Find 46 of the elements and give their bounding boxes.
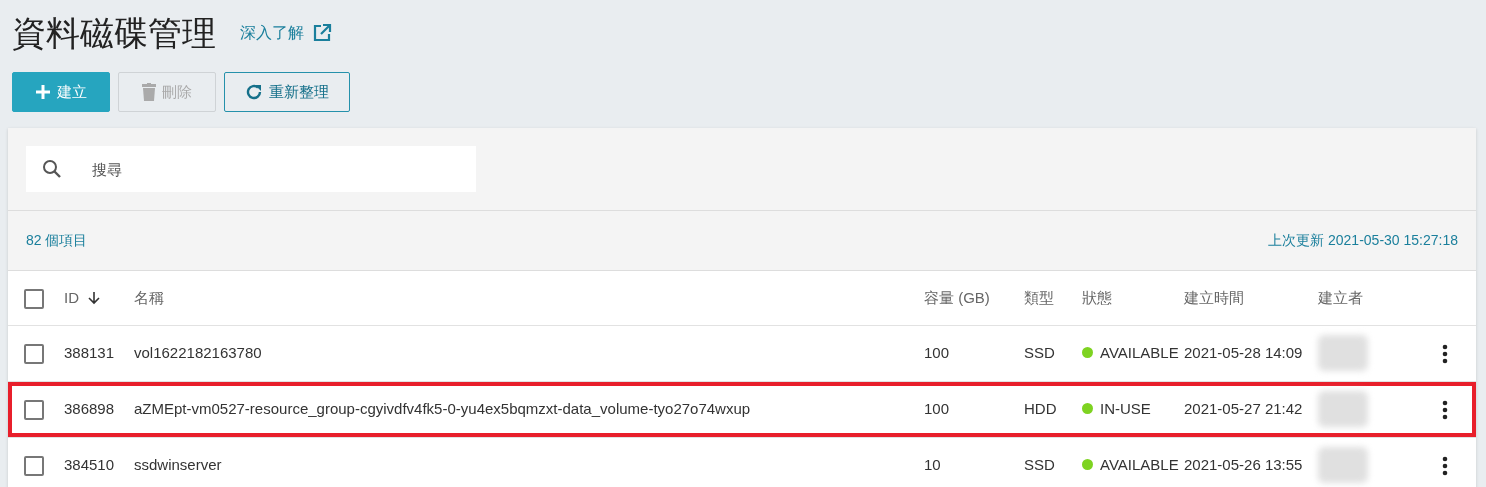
plus-icon (35, 84, 51, 100)
table-cell: 386898 (60, 381, 130, 437)
table-cell: SSD (1020, 325, 1078, 381)
row-checkbox[interactable] (24, 455, 44, 476)
search-field[interactable]: 搜尋 (26, 146, 476, 192)
blurred-area (1318, 335, 1368, 371)
table-cell: aZMEpt-vm0527-resource_group-cgyivdfv4fk5-0-yu4ex5bqmzxt-data_volume-tyo27o74wxup (130, 381, 920, 437)
column-header[interactable]: 容量 (GB) (924, 288, 990, 306)
row-checkbox[interactable] (24, 343, 44, 364)
table-cell: HDD (1020, 381, 1078, 437)
table-cell: 100 (920, 325, 1020, 381)
table-cell: 388131 (60, 325, 130, 381)
table-cell: ssdwinserver (130, 437, 920, 487)
select-all-checkbox[interactable] (24, 288, 44, 309)
more-icon[interactable] (1442, 343, 1448, 364)
last-updated: 上次更新 2021-05-30 15:27:18 (1268, 231, 1458, 250)
learn-more-link[interactable]: 深入了解 (240, 21, 332, 45)
search-icon (42, 159, 62, 179)
status-text: IN-USE (1100, 399, 1151, 417)
refresh-icon (245, 83, 263, 101)
column-header[interactable]: 狀態 (1082, 288, 1112, 306)
status-text: AVAILABLE (1100, 455, 1179, 473)
blurred-area (1318, 391, 1368, 427)
column-header[interactable]: 類型 (1024, 288, 1054, 306)
table-cell: SSD (1020, 437, 1078, 487)
table-cell: vol1622182163780 (130, 325, 920, 381)
table-cell: 384510 (60, 437, 130, 487)
status-text: AVAILABLE (1100, 343, 1179, 361)
column-header[interactable]: 建立時間 (1184, 288, 1244, 306)
item-count: 82 個項目 (26, 231, 88, 250)
column-header[interactable]: 建立者 (1318, 288, 1363, 306)
external-link-icon (312, 23, 332, 43)
refresh-button[interactable]: 重新整理 (224, 72, 350, 112)
column-header[interactable]: ID (64, 288, 79, 306)
table-cell: 100 (920, 381, 1020, 437)
blurred-area (1318, 447, 1368, 483)
more-icon[interactable] (1442, 455, 1448, 476)
column-header[interactable]: 名稱 (134, 288, 164, 306)
table-cell: 10 (920, 437, 1020, 487)
trash-icon (142, 83, 156, 101)
more-icon[interactable] (1442, 399, 1448, 420)
page-title: 資料磁碟管理 (12, 12, 216, 54)
table-cell: 2021-05-27 21:42 (1180, 381, 1314, 437)
table-cell: 2021-05-28 14:09 (1180, 325, 1314, 381)
row-checkbox[interactable] (24, 399, 44, 420)
table-cell: 2021-05-26 13:55 (1180, 437, 1314, 487)
